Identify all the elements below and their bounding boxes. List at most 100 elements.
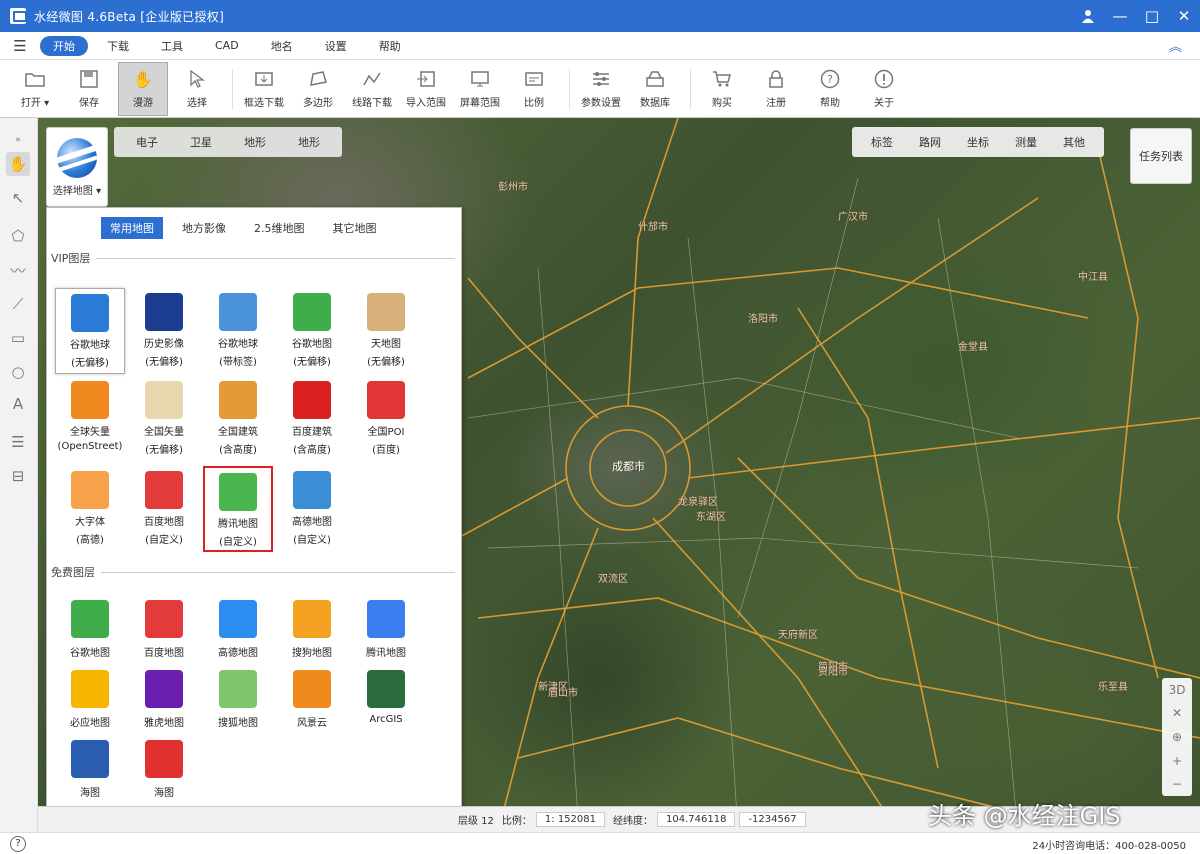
circle-icon[interactable]: ○ [6,360,30,384]
vip-map-tile[interactable]: 谷歌地图 (无偏移) [277,288,347,374]
coordinate-button[interactable]: 坐标 [954,134,1002,150]
menu-cad[interactable]: CAD [202,37,252,54]
tab-local-imagery[interactable]: 地方影像 [173,217,235,239]
purchase-button[interactable]: 购买 [697,62,747,116]
polygon-download-button[interactable]: 多边形 [293,62,343,116]
tab-satellite[interactable]: 卫星 [174,134,228,150]
map-source-icon [71,740,109,778]
locate-icon[interactable]: ⊕ [1172,730,1182,744]
vip-map-tile[interactable]: 腾讯地图 (自定义) [203,466,273,552]
tile-name: 全国POI [367,427,405,438]
polyline-icon[interactable]: 〰 [6,258,30,282]
hamburger-menu-icon[interactable]: ☰ [0,37,40,55]
register-button[interactable]: 注册 [751,62,801,116]
cursor-icon[interactable]: ↖ [6,186,30,210]
user-icon[interactable] [1072,0,1104,32]
database-button[interactable]: 数据库 [630,62,680,116]
tile-name: 高德地图 [292,517,332,528]
fullscreen-icon[interactable]: ✕ [1172,706,1182,720]
menu-help[interactable]: 帮助 [366,36,414,56]
tile-name: 雅虎地图 [144,718,184,729]
map-source-icon [71,600,109,638]
free-map-tile[interactable]: 风景云 [277,670,347,738]
vip-map-tile[interactable]: 天地图 (无偏移) [351,288,421,374]
info-icon [873,68,895,90]
free-map-tile[interactable]: 海图 [129,740,199,808]
map-label: 双流区 [598,574,628,585]
screen-range-button[interactable]: 屏幕范围 [455,62,505,116]
save-button[interactable]: 保存 [64,62,114,116]
select-map-button[interactable]: 选择地图 ▾ [46,127,108,207]
task-list-button[interactable]: 任务列表 [1130,128,1192,184]
expand-icon[interactable]: » [6,128,30,152]
tab-terrain-2[interactable]: 地形 [282,134,336,150]
vip-map-tile[interactable]: 全国建筑 (含高度) [203,376,273,462]
menu-tools[interactable]: 工具 [148,36,196,56]
menu-placename[interactable]: 地名 [258,36,306,56]
free-map-tile[interactable]: ArcGIS [351,670,421,738]
pan-button[interactable]: ✋ 漫游 [118,61,168,116]
about-button[interactable]: 关于 [859,62,909,116]
vip-map-tile[interactable]: 历史影像 (无偏移) [129,288,199,374]
help-circle-icon[interactable]: ? [10,836,26,852]
tile-subtitle: (无偏移) [145,445,183,456]
free-map-tile[interactable]: 腾讯地图 [351,600,421,668]
scale-button[interactable]: 比例 [509,62,559,116]
free-map-tile[interactable]: 海图 [55,740,125,808]
polygon-icon[interactable]: ⬠ [6,224,30,248]
parameter-settings-button[interactable]: 参数设置 [576,62,626,116]
other-button[interactable]: 其他 [1050,134,1098,150]
vip-map-tile[interactable]: 谷歌地球 (带标签) [203,288,273,374]
free-map-tile[interactable]: 必应地图 [55,670,125,738]
tab-other-maps[interactable]: 其它地图 [324,217,386,239]
menu-bar: ☰ 开始 下载 工具 CAD 地名 设置 帮助 ︽ [0,32,1200,60]
measure-button[interactable]: 测量 [1002,134,1050,150]
tile-subtitle: (含高度) [293,445,331,456]
tab-terrain[interactable]: 地形 [228,134,282,150]
tab-electronic[interactable]: 电子 [120,134,174,150]
close-button[interactable]: ✕ [1168,0,1200,32]
tab-2-5d-maps[interactable]: 2.5维地图 [245,217,314,239]
window-title: 水经微图 4.6Beta [企业版已授权] [34,9,225,24]
storage-icon[interactable]: ⊟ [6,464,30,488]
pan-tool-icon[interactable]: ✋ [6,152,30,176]
menu-settings[interactable]: 设置 [312,36,360,56]
frame-download-button[interactable]: 框选下载 [239,62,289,116]
zoom-in-button[interactable]: + [1172,754,1182,768]
text-icon[interactable]: A [6,392,30,416]
3d-toggle[interactable]: 3D [1169,683,1186,697]
collapse-ribbon-icon[interactable]: ︽ [1169,36,1182,55]
free-map-tile[interactable]: 高德地图 [203,600,273,668]
free-map-tile[interactable]: 谷歌地图 [55,600,125,668]
vip-map-tile[interactable]: 百度建筑 (含高度) [277,376,347,462]
vip-map-tile[interactable]: 百度地图 (自定义) [129,466,199,552]
import-range-button[interactable]: 导入范围 [401,62,451,116]
tab-common-maps[interactable]: 常用地图 [101,217,163,239]
free-map-tile[interactable]: 搜狐地图 [203,670,273,738]
vip-map-tile[interactable]: 高德地图 (自定义) [277,466,347,552]
menu-start[interactable]: 开始 [40,35,88,56]
measure-icon[interactable]: ⟋ [6,292,30,316]
free-map-tile[interactable]: 雅虎地图 [129,670,199,738]
open-button[interactable]: 打开 ▾ [10,62,60,116]
vip-section-title: VIP图层 [51,250,455,266]
zoom-out-button[interactable]: − [1172,777,1182,791]
maximize-button[interactable]: □ [1136,0,1168,32]
layer-list-icon[interactable]: ☰ [6,430,30,454]
vip-map-tile[interactable]: 谷歌地球 (无偏移) [55,288,125,374]
vip-map-tile[interactable]: 全球矢量 (OpenStreet) [55,376,125,462]
minimize-button[interactable]: — [1104,0,1136,32]
line-download-button[interactable]: 线路下载 [347,62,397,116]
free-map-tile[interactable]: 搜狗地图 [277,600,347,668]
map-label: 天府新区 [778,630,818,641]
roadnet-toggle[interactable]: 路网 [906,134,954,150]
help-button[interactable]: ? 帮助 [805,62,855,116]
labels-toggle[interactable]: 标签 [858,134,906,150]
menu-download[interactable]: 下载 [94,36,142,56]
free-map-tile[interactable]: 百度地图 [129,600,199,668]
select-button[interactable]: 选择 [172,62,222,116]
vip-map-tile[interactable]: 全国矢量 (无偏移) [129,376,199,462]
rectangle-icon[interactable]: ▭ [6,326,30,350]
vip-map-tile[interactable]: 全国POI (百度) [351,376,421,462]
vip-map-tile[interactable]: 大字体 (高德) [55,466,125,552]
